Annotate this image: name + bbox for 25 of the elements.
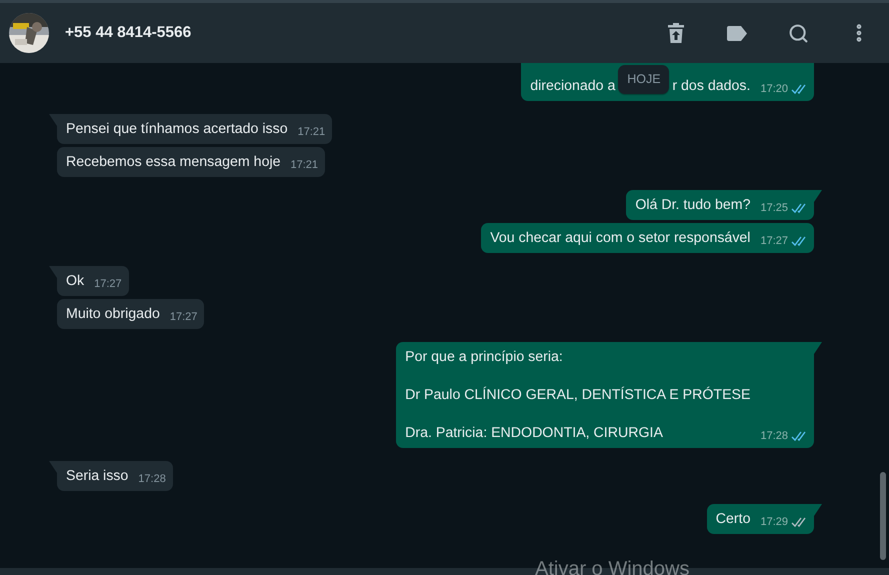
message-time: 17:20 <box>760 82 788 97</box>
message-time: 17:29 <box>760 515 788 530</box>
message-time: 17:21 <box>290 158 318 173</box>
message-text: r dos dados. <box>672 78 750 94</box>
message-time: 17:28 <box>138 472 166 487</box>
message-text: Olá Dr. tudo bem? <box>635 196 750 215</box>
scrollbar-thumb[interactable] <box>880 472 886 560</box>
message-text: Seria isso <box>66 467 128 486</box>
message-time: 17:27 <box>94 277 122 292</box>
message-text: Por que a princípio seria: Dr Paulo CLÍNICO GERAL, DENTÍSTICA E PRÓTESE Dra. Patricia: ENDODONTIA, CIRURGIA <box>405 348 750 443</box>
message-time: 17:28 <box>760 429 788 444</box>
message-time: 17:27 <box>170 310 198 325</box>
message-text: Certo <box>716 510 750 529</box>
message-text: Pensei que tínhamos acertado isso <box>66 120 288 139</box>
message-time: 17:27 <box>760 234 788 249</box>
message-time: 17:21 <box>298 125 326 140</box>
message-text: Muito obrigado <box>66 305 160 324</box>
activation-notice: Ativar o Windows <box>535 557 690 575</box>
date-chip: HOJE <box>618 65 670 94</box>
message-text: direcionado a <box>530 78 616 94</box>
contact-name[interactable]: +55 44 8414-5566 <box>65 24 629 42</box>
message-time: 17:25 <box>760 201 788 216</box>
message-text: Ok <box>66 272 84 291</box>
message-text: Vou checar aqui com o setor responsável <box>490 229 750 248</box>
message-text: Recebemos essa mensagem hoje <box>66 153 281 172</box>
